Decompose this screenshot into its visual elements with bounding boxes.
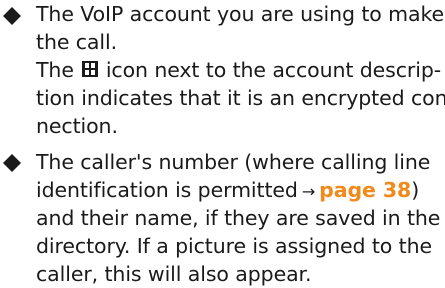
text-line: and their name, if they are saved in the <box>36 206 441 230</box>
encrypted-lock-icon <box>80 58 100 78</box>
arrow-right-icon: → <box>301 182 316 201</box>
text-line: nection. <box>36 114 118 138</box>
page-reference-link[interactable]: page 38 <box>319 178 411 202</box>
diamond-bullet-icon <box>2 6 22 26</box>
document-body: The VoIP account you are using to make t… <box>0 0 445 286</box>
list-item-text: The VoIP account you are using to make t… <box>36 0 445 140</box>
list-item-text: The caller's number (where calling line … <box>36 148 441 288</box>
text-line: caller, this will also appear. <box>36 262 312 286</box>
text-fragment: identification is permitted <box>36 178 298 202</box>
text-fragment: icon next to the account descrip- <box>105 58 442 82</box>
text-line: tion indicates that it is an encrypted c… <box>36 86 445 110</box>
text-line: identification is permitted → page 38) <box>36 176 441 204</box>
text-fragment: The <box>36 58 74 82</box>
text-line: The icon next to the account descrip- <box>36 56 441 84</box>
text-fragment: ) <box>411 178 420 202</box>
text-line: directory. If a picture is assigned to t… <box>36 234 432 258</box>
diamond-bullet-icon <box>2 153 22 173</box>
text-line: the call. <box>36 30 117 54</box>
text-line: The caller's number (where calling line <box>36 150 431 174</box>
text-line: The VoIP account you are using to make <box>36 2 445 26</box>
